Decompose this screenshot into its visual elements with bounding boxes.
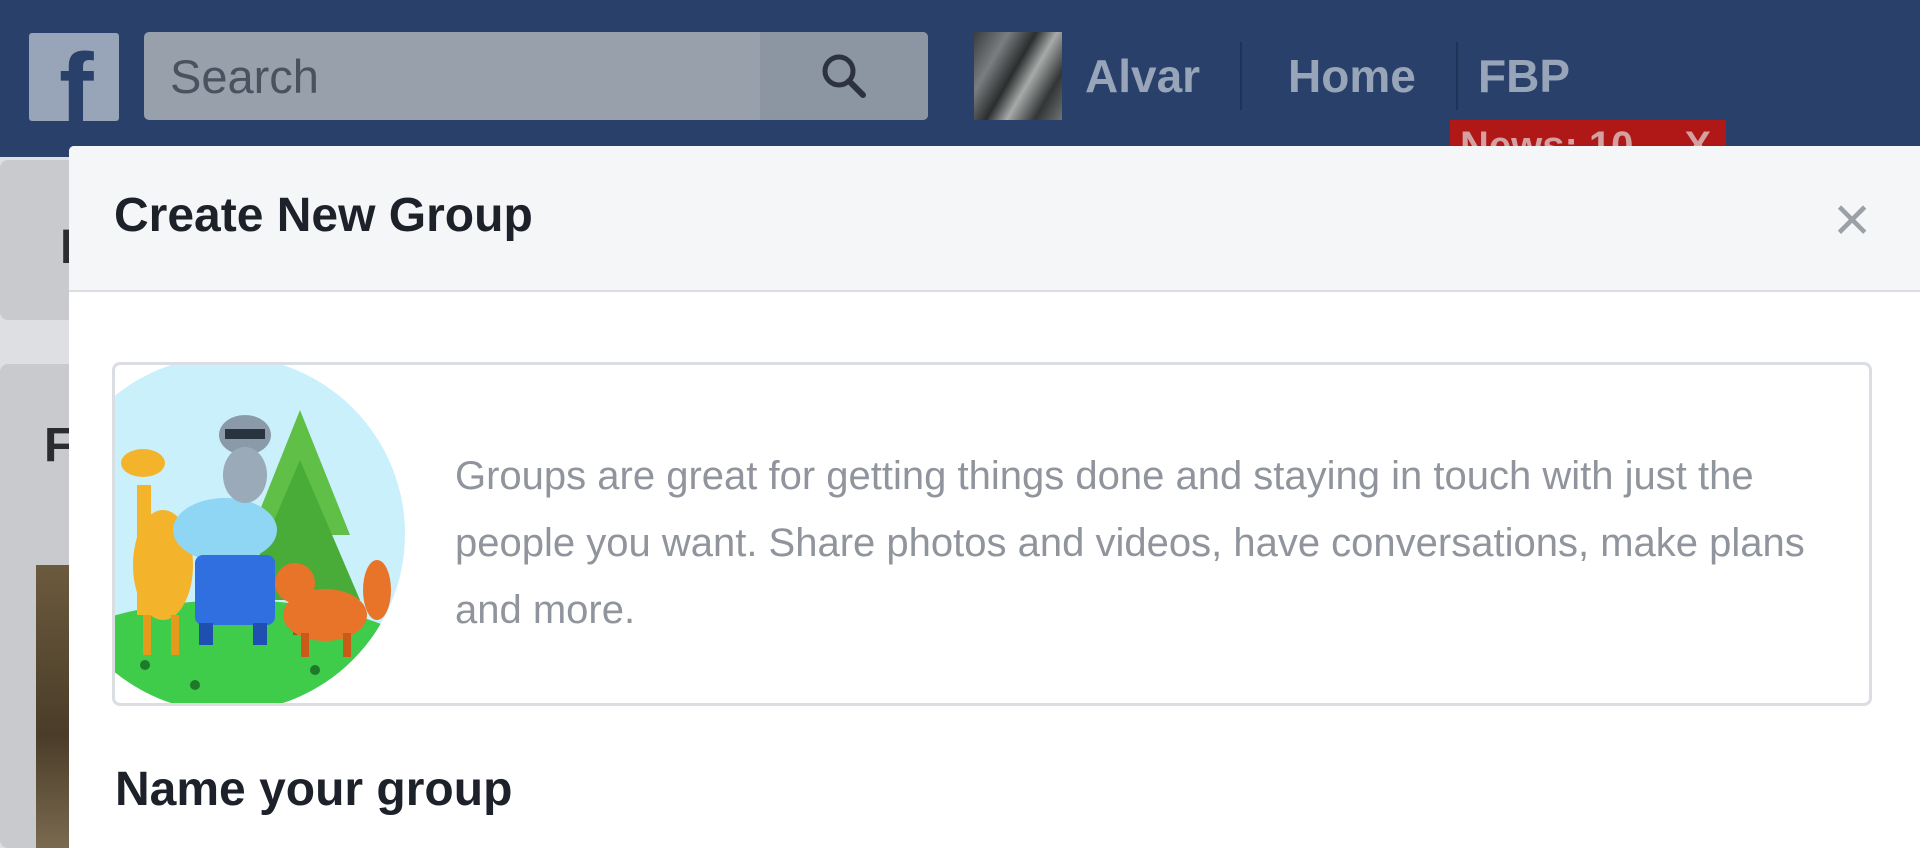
groups-description: Groups are great for getting things done…: [455, 454, 1805, 632]
dialog-header: Create New Group ×: [69, 146, 1920, 292]
dialog-title: Create New Group: [114, 189, 533, 242]
search-input[interactable]: [144, 32, 754, 120]
avatar[interactable]: [974, 32, 1062, 120]
facebook-logo-icon[interactable]: f: [29, 33, 119, 121]
home-link[interactable]: Home: [1288, 48, 1416, 104]
groups-illustration: [115, 365, 405, 703]
search-bar: [144, 32, 928, 120]
profile-link[interactable]: Alvar: [1085, 48, 1200, 104]
nav-divider: [1456, 42, 1458, 110]
search-button[interactable]: [760, 32, 928, 120]
groups-info-box: Groups are great for getting things done…: [112, 362, 1872, 706]
nav-divider: [1240, 42, 1242, 110]
create-group-dialog: Create New Group × Groups are great for …: [69, 146, 1920, 848]
fbp-link[interactable]: FBP: [1478, 48, 1570, 104]
search-icon: [822, 54, 866, 98]
logo-letter: f: [59, 33, 94, 121]
close-icon[interactable]: ×: [1827, 187, 1877, 251]
top-navigation-bar: f Alvar Home FBP News: 10 X: [0, 0, 1920, 160]
name-group-heading: Name your group: [115, 763, 513, 816]
